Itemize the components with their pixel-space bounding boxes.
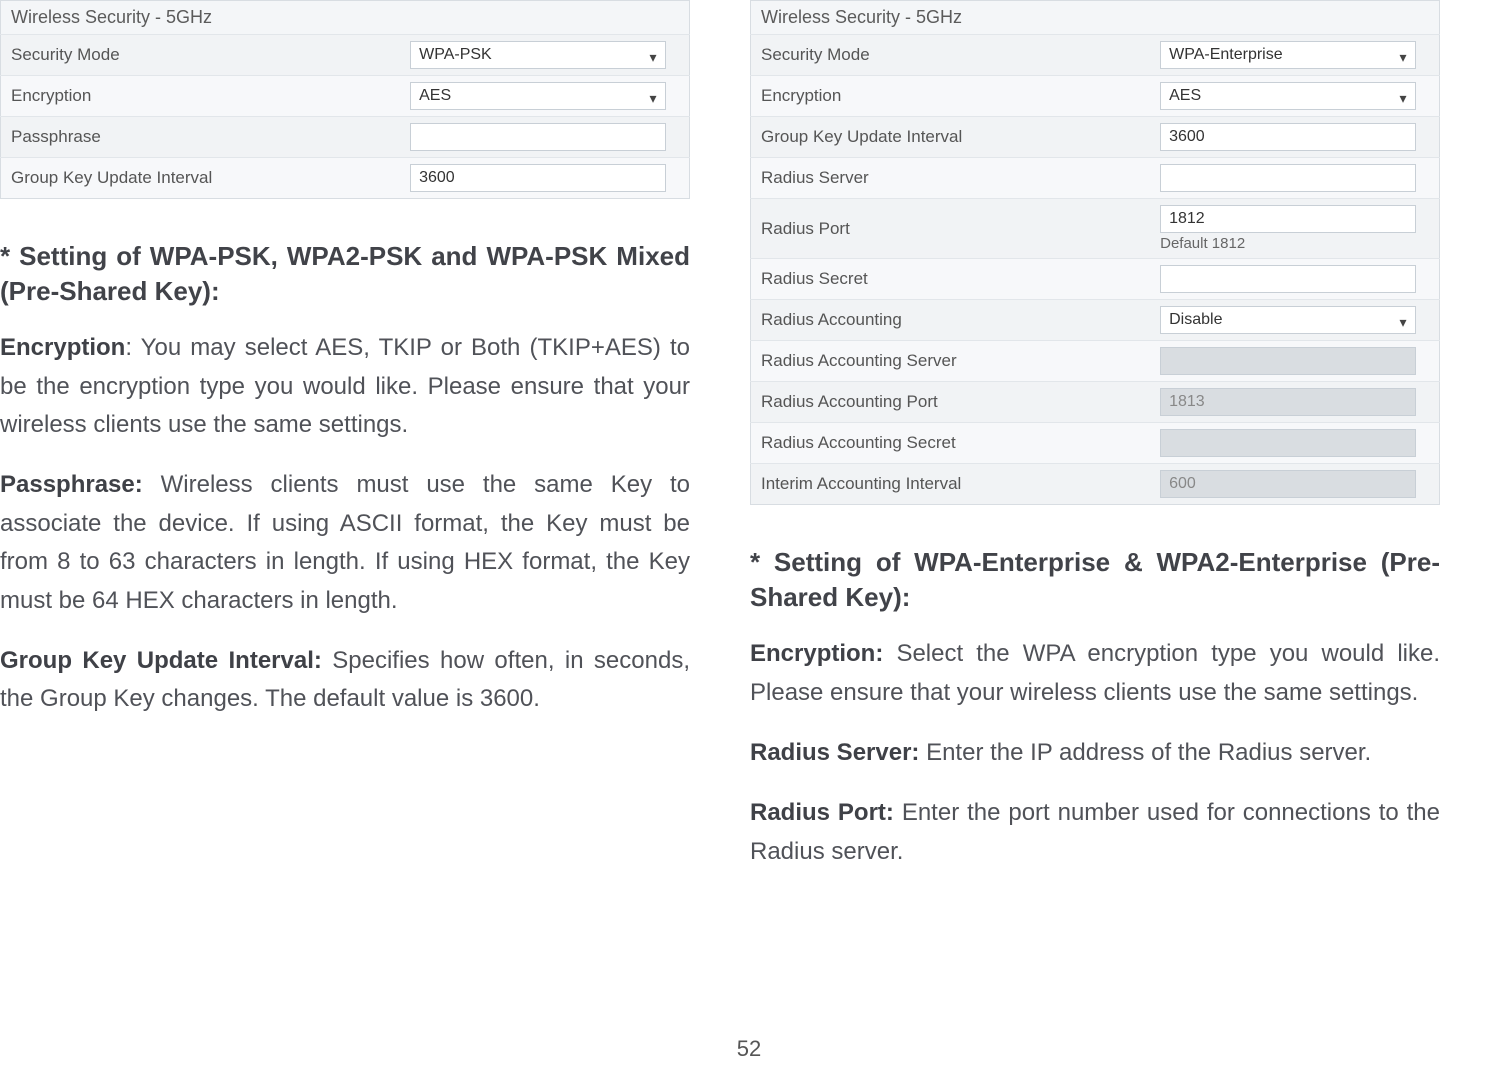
ra-secret-input — [1160, 429, 1415, 457]
gkui-input[interactable]: 3600 — [410, 164, 665, 192]
psk-passphrase-para: Passphrase: Wireless clients must use th… — [0, 466, 690, 620]
security-mode-select[interactable]: WPA-PSK — [410, 41, 665, 69]
psk-gkui-bold: Group Key Update Interval: — [0, 647, 322, 674]
panel-title-right: Wireless Security - 5GHz — [750, 0, 1440, 34]
ra-server-input — [1160, 347, 1415, 375]
ent-radius-port-para: Radius Port: Enter the port number used … — [750, 794, 1440, 871]
gkui-label: Group Key Update Interval — [1, 158, 401, 199]
ent-security-mode-label: Security Mode — [751, 35, 1151, 76]
ent-security-mode-select[interactable]: WPA-Enterprise — [1160, 41, 1415, 69]
radius-secret-label: Radius Secret — [751, 259, 1151, 300]
radius-accounting-label: Radius Accounting — [751, 300, 1151, 341]
security-mode-label: Security Mode — [1, 35, 401, 76]
settings-table-enterprise: Security Mode WPA-Enterprise Encryption … — [750, 34, 1440, 505]
interim-label: Interim Accounting Interval — [751, 464, 1151, 505]
psk-passphrase-bold: Passphrase: — [0, 471, 143, 498]
radius-secret-input[interactable] — [1160, 265, 1415, 293]
radius-accounting-select[interactable]: Disable — [1160, 306, 1415, 334]
psk-encryption-para: Encryption: You may select AES, TKIP or … — [0, 329, 690, 444]
psk-encryption-bold: Encryption — [0, 334, 125, 361]
radius-server-label: Radius Server — [751, 158, 1151, 199]
settings-table-psk: Security Mode WPA-PSK Encryption AES Pas… — [0, 34, 690, 199]
encryption-label: Encryption — [1, 76, 401, 117]
radius-port-input[interactable]: 1812 — [1160, 205, 1415, 233]
ra-server-label: Radius Accounting Server — [751, 341, 1151, 382]
ent-heading: * Setting of WPA-Enterprise & WPA2-Enter… — [750, 545, 1440, 615]
psk-heading: * Setting of WPA-PSK, WPA2-PSK and WPA-P… — [0, 239, 690, 309]
ent-radius-server-para: Radius Server: Enter the IP address of t… — [750, 734, 1440, 772]
ent-radius-server-text: Enter the IP address of the Radius serve… — [919, 739, 1371, 766]
ent-radius-port-bold: Radius Port: — [750, 799, 894, 826]
ent-radius-server-bold: Radius Server: — [750, 739, 919, 766]
ra-secret-label: Radius Accounting Secret — [751, 423, 1151, 464]
ent-encryption-select[interactable]: AES — [1160, 82, 1415, 110]
radius-server-input[interactable] — [1160, 164, 1415, 192]
radius-port-label: Radius Port — [751, 199, 1151, 259]
ent-encryption-label: Encryption — [751, 76, 1151, 117]
passphrase-label: Passphrase — [1, 117, 401, 158]
encryption-select[interactable]: AES — [410, 82, 665, 110]
ent-gkui-label: Group Key Update Interval — [751, 117, 1151, 158]
ent-encryption-para: Encryption: Select the WPA encryption ty… — [750, 635, 1440, 712]
radius-port-hint: Default 1812 — [1160, 235, 1429, 252]
ra-port-input: 1813 — [1160, 388, 1415, 416]
panel-title-left: Wireless Security - 5GHz — [0, 0, 690, 34]
ra-port-label: Radius Accounting Port — [751, 382, 1151, 423]
ent-encryption-bold: Encryption: — [750, 640, 883, 667]
passphrase-input[interactable] — [410, 123, 665, 151]
interim-input: 600 — [1160, 470, 1415, 498]
page-number: 52 — [0, 1036, 1498, 1062]
psk-gkui-para: Group Key Update Interval: Specifies how… — [0, 642, 690, 719]
ent-gkui-input[interactable]: 3600 — [1160, 123, 1415, 151]
